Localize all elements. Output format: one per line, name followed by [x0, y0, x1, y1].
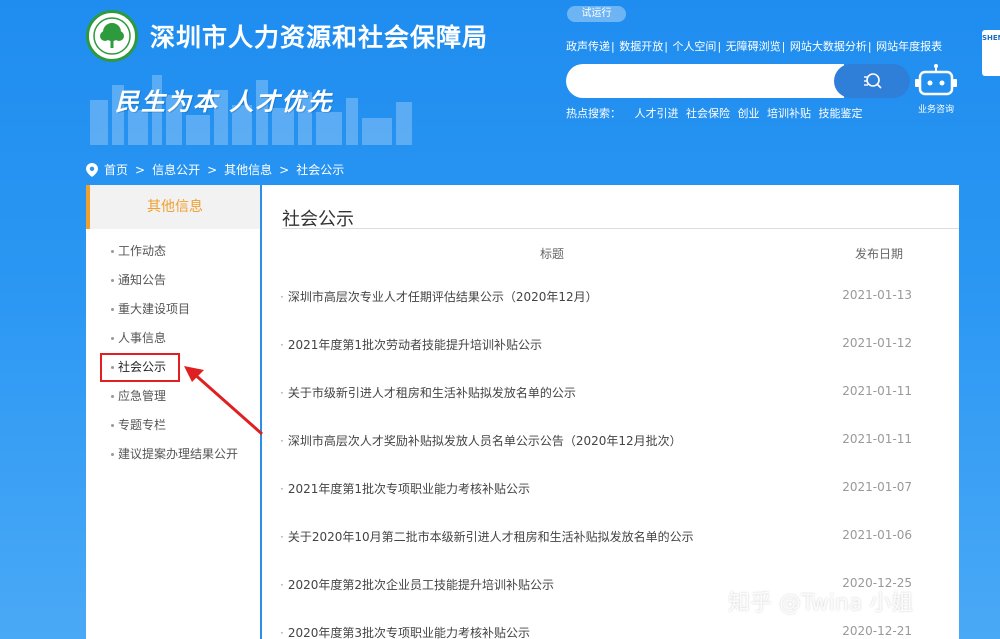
- watermark: 知乎 @Twina 小姐: [728, 591, 914, 616]
- list-item-date: 2020-12-21: [842, 624, 912, 638]
- top-link-personal-space[interactable]: 个人空间: [672, 40, 716, 53]
- sidebar: 其他信息 工作动态 通知公告 重大建设项目 人事信息 社会公示 应急管理 专题专…: [86, 185, 260, 639]
- sidebar-item-label: 应急管理: [118, 389, 167, 403]
- sidebar-item-label: 通知公告: [118, 273, 167, 287]
- robot-icon: [915, 64, 957, 96]
- top-link-annual-report[interactable]: 网站年度报表: [876, 40, 942, 53]
- sidebar-item-label: 社会公示: [118, 360, 167, 374]
- breadcrumb: 首页 > 信息公开 > 其他信息 > 社会公示: [86, 161, 344, 178]
- list-item-date: 2021-01-13: [842, 288, 912, 302]
- breadcrumb-other-info[interactable]: 其他信息: [224, 161, 272, 178]
- main-content: 社会公示 标题 发布日期 深圳市高层次专业人才任期评估结果公示（2020年12月…: [262, 185, 959, 639]
- list-item[interactable]: 关于2020年10月第二批市本级新引进人才租房和生活补贴拟发放名单的公示 202…: [280, 528, 934, 548]
- list-item-date: 2021-01-12: [842, 336, 912, 350]
- breadcrumb-info-disclosure[interactable]: 信息公开: [152, 161, 200, 178]
- sidebar-item-work-news[interactable]: 工作动态: [86, 237, 260, 266]
- search-bar: [566, 64, 910, 98]
- list-item-title[interactable]: 关于市级新引进人才租房和生活补贴拟发放名单的公示: [280, 384, 576, 401]
- sidebar-item-notices[interactable]: 通知公告: [86, 266, 260, 295]
- sidebar-item-personnel[interactable]: 人事信息: [86, 324, 260, 353]
- list-item-title[interactable]: 2021年度第1批次劳动者技能提升培训补贴公示: [280, 336, 542, 353]
- column-header-title: 标题: [540, 247, 565, 261]
- list-item-title[interactable]: 2020年度第2批次企业员工技能提升培训补贴公示: [280, 576, 554, 593]
- list-item-date: 2021-01-11: [842, 432, 912, 446]
- sidebar-menu: 工作动态 通知公告 重大建设项目 人事信息 社会公示 应急管理 专题专栏 建议提…: [86, 229, 260, 469]
- top-link-big-data[interactable]: 网站大数据分析: [790, 40, 867, 53]
- sidebar-item-label: 工作动态: [118, 244, 167, 258]
- list-item-title[interactable]: 关于2020年10月第二批市本级新引进人才租房和生活补贴拟发放名单的公示: [280, 528, 694, 545]
- location-pin-icon: [86, 162, 98, 177]
- list-item[interactable]: 深圳市高层次人才奖励补贴拟发放人员名单公示公告（2020年12月批次） 2021…: [280, 432, 934, 452]
- hot-search-item[interactable]: 创业: [738, 107, 760, 120]
- sidebar-item-proposal-results[interactable]: 建议提案办理结果公开: [86, 440, 260, 469]
- trial-run-badge: 试运行: [567, 6, 626, 22]
- partner-logo[interactable]: SHEN: [982, 30, 1000, 76]
- list-item[interactable]: 2021年度第1批次劳动者技能提升培训补贴公示 2021-01-12: [280, 336, 934, 356]
- breadcrumb-separator: >: [279, 162, 290, 177]
- search-input[interactable]: [566, 64, 844, 98]
- hot-search-item[interactable]: 技能鉴定: [819, 107, 863, 120]
- breadcrumb-home[interactable]: 首页: [104, 161, 128, 178]
- sidebar-item-special-topics[interactable]: 专题专栏: [86, 411, 260, 440]
- sidebar-item-label: 重大建设项目: [118, 302, 191, 316]
- breadcrumb-current: 社会公示: [296, 163, 345, 177]
- top-link-data-open[interactable]: 数据开放: [619, 40, 663, 53]
- list-item[interactable]: 关于市级新引进人才租房和生活补贴拟发放名单的公示 2021-01-11: [280, 384, 934, 404]
- hot-search-item[interactable]: 人才引进: [635, 107, 679, 120]
- list-item-date: 2021-01-06: [842, 528, 912, 542]
- sidebar-item-social-publicity[interactable]: 社会公示: [86, 353, 260, 382]
- top-link-zhengsheng[interactable]: 政声传递: [566, 40, 610, 53]
- list-item-title[interactable]: 2021年度第1批次专项职业能力考核补贴公示: [280, 480, 530, 497]
- hot-search-label: 热点搜索：: [566, 107, 621, 120]
- list-item-date: 2021-01-07: [842, 480, 912, 494]
- list-item-title[interactable]: 深圳市高层次专业人才任期评估结果公示（2020年12月）: [280, 288, 598, 305]
- partner-logo-text: SHEN: [982, 34, 1000, 42]
- sidebar-item-label: 建议提案办理结果公开: [118, 447, 239, 461]
- business-consult-label: 业务咨询: [917, 105, 954, 115]
- top-links-bar: 政声传递| 数据开放| 个人空间| 无障碍浏览| 网站大数据分析| 网站年度报表: [566, 40, 943, 53]
- search-button[interactable]: [834, 64, 910, 98]
- site-logo[interactable]: [86, 10, 138, 62]
- sidebar-heading: 其他信息: [86, 185, 260, 229]
- list-item-date: 2021-01-11: [842, 384, 912, 398]
- hot-search-item[interactable]: 培训补贴: [767, 107, 811, 120]
- list-item[interactable]: 深圳市高层次专业人才任期评估结果公示（2020年12月） 2021-01-13: [280, 288, 934, 308]
- breadcrumb-separator: >: [135, 162, 146, 177]
- column-header-date: 发布日期: [855, 247, 904, 261]
- sidebar-item-major-projects[interactable]: 重大建设项目: [86, 295, 260, 324]
- breadcrumb-separator: >: [207, 162, 218, 177]
- sidebar-item-emergency[interactable]: 应急管理: [86, 382, 260, 411]
- site-title: 深圳市人力资源和社会保障局: [150, 23, 489, 52]
- tree-emblem-icon: [93, 17, 131, 55]
- hot-search: 热点搜索： 人才引进 社会保险 创业 培训补贴 技能鉴定: [566, 105, 867, 121]
- list-item[interactable]: 2020年度第3批次专项职业能力考核补贴公示 2020-12-21: [280, 624, 934, 639]
- list-item-title[interactable]: 2020年度第3批次专项职业能力考核补贴公示: [280, 624, 530, 639]
- title-divider: [282, 228, 959, 229]
- list-item[interactable]: 2021年度第1批次专项职业能力考核补贴公示 2021-01-07: [280, 480, 934, 500]
- search-icon: [864, 73, 882, 89]
- hot-search-item[interactable]: 社会保险: [686, 107, 730, 120]
- slogan: 民生为本 人才优先: [115, 87, 334, 116]
- top-link-accessibility[interactable]: 无障碍浏览: [726, 40, 781, 53]
- sidebar-item-label: 人事信息: [118, 331, 167, 345]
- sidebar-item-label: 专题专栏: [118, 418, 167, 432]
- list-item-title[interactable]: 深圳市高层次人才奖励补贴拟发放人员名单公示公告（2020年12月批次）: [280, 432, 682, 449]
